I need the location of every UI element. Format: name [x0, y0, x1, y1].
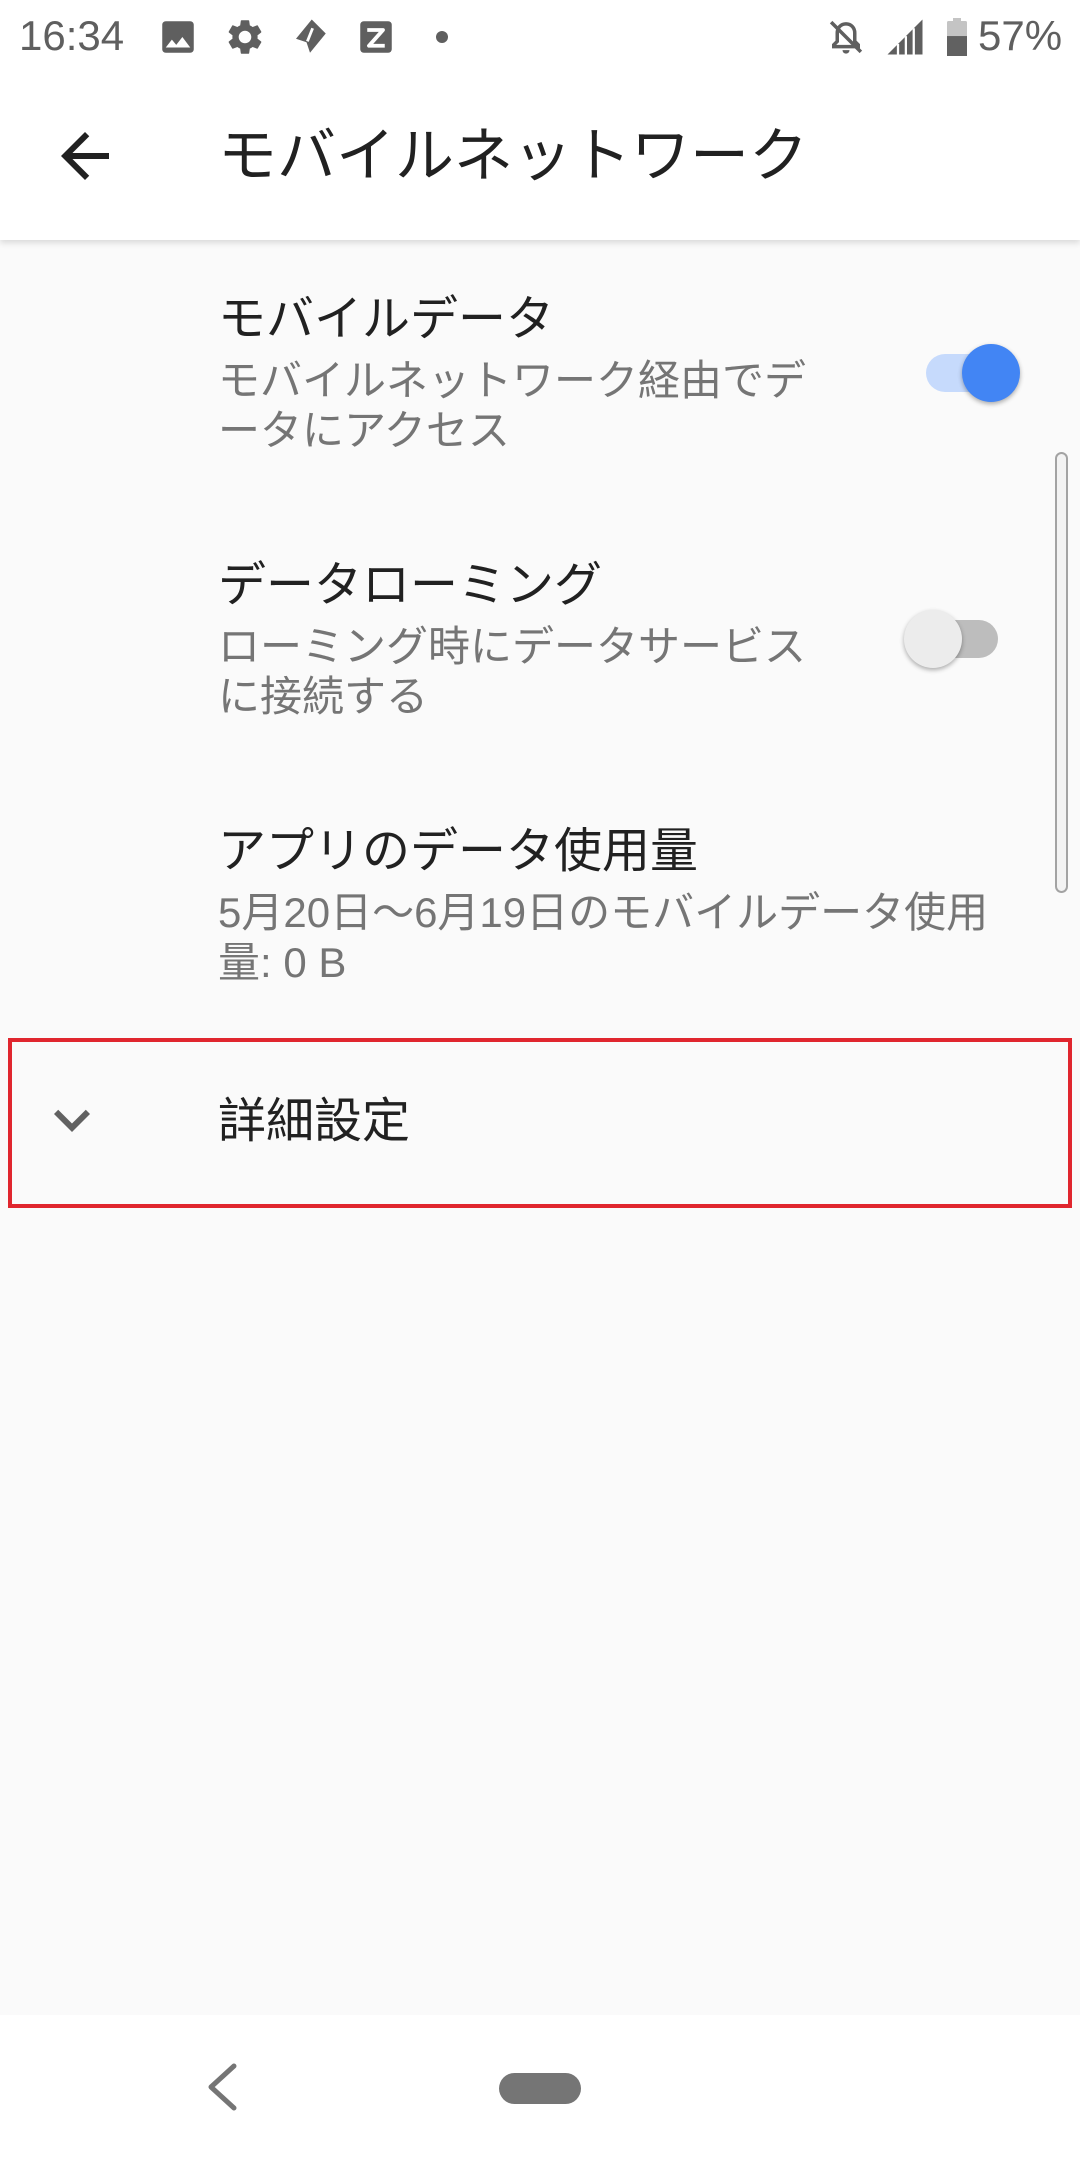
preference-title: モバイルデータ	[218, 293, 555, 346]
more-notifications-dot-icon	[436, 31, 448, 43]
page-title: モバイルネットワーク	[218, 123, 809, 189]
nav-back-icon	[200, 2056, 250, 2118]
advanced-settings-item[interactable]: 詳細設定	[0, 1038, 1080, 1206]
z-app-icon	[355, 16, 397, 58]
navigation-bar	[0, 2015, 1080, 2160]
preference-title: アプリのデータ使用量	[218, 825, 699, 878]
switch-thumb	[962, 344, 1020, 402]
status-time: 16:34	[19, 12, 125, 59]
summary-line: 5月20日〜6月19日のモバイルデータ使用	[218, 889, 989, 936]
switch-thumb	[904, 610, 962, 668]
app-bar: モバイルネットワーク	[0, 72, 1080, 240]
preference-app-data-usage[interactable]: アプリのデータ使用量 5月20日〜6月19日のモバイルデータ使用 量: 0 B	[0, 772, 1080, 1038]
preference-data-roaming[interactable]: データローミング ローミング時にデータサービス に接続する	[0, 506, 1080, 772]
settings-icon	[224, 16, 266, 58]
home-button[interactable]	[499, 2073, 581, 2104]
summary-line: に接続する	[218, 673, 429, 720]
data-roaming-switch[interactable]	[904, 610, 1020, 668]
image-icon	[157, 16, 199, 58]
status-bar: 16:34 57%	[0, 0, 1080, 72]
advanced-settings-label: 詳細設定	[218, 1095, 411, 1148]
scrollbar[interactable]	[1055, 452, 1068, 893]
screen: 16:34 57% モバイルネットワーク モバイルデータ モバイルネットワーク経…	[0, 0, 1080, 2160]
nav-back-button[interactable]	[200, 2056, 250, 2118]
preference-mobile-data[interactable]: モバイルデータ モバイルネットワーク経由でデ ータにアクセス	[0, 240, 1080, 506]
back-button[interactable]	[49, 120, 121, 192]
app-notification-icon	[289, 16, 331, 58]
battery-fill	[947, 36, 967, 56]
battery-icon	[947, 18, 967, 56]
notifications-off-icon	[825, 16, 867, 58]
summary-line: ータにアクセス	[218, 407, 510, 454]
arrow-back-icon	[49, 120, 121, 192]
home-pill-icon	[499, 2073, 581, 2104]
mobile-data-switch[interactable]	[904, 344, 1020, 402]
preference-list: モバイルデータ モバイルネットワーク経由でデ ータにアクセス データローミング …	[0, 240, 1080, 1206]
preference-text: アプリのデータ使用量 5月20日〜6月19日のモバイルデータ使用 量: 0 B	[0, 820, 1080, 988]
cell-signal-icon	[884, 16, 926, 58]
preference-summary: 5月20日〜6月19日のモバイルデータ使用 量: 0 B	[218, 888, 1080, 988]
summary-line: 量: 0 B	[218, 939, 347, 986]
expand-more-icon	[36, 1084, 108, 1156]
preference-title: データローミング	[218, 559, 603, 612]
battery-percent: 57%	[978, 12, 1063, 59]
